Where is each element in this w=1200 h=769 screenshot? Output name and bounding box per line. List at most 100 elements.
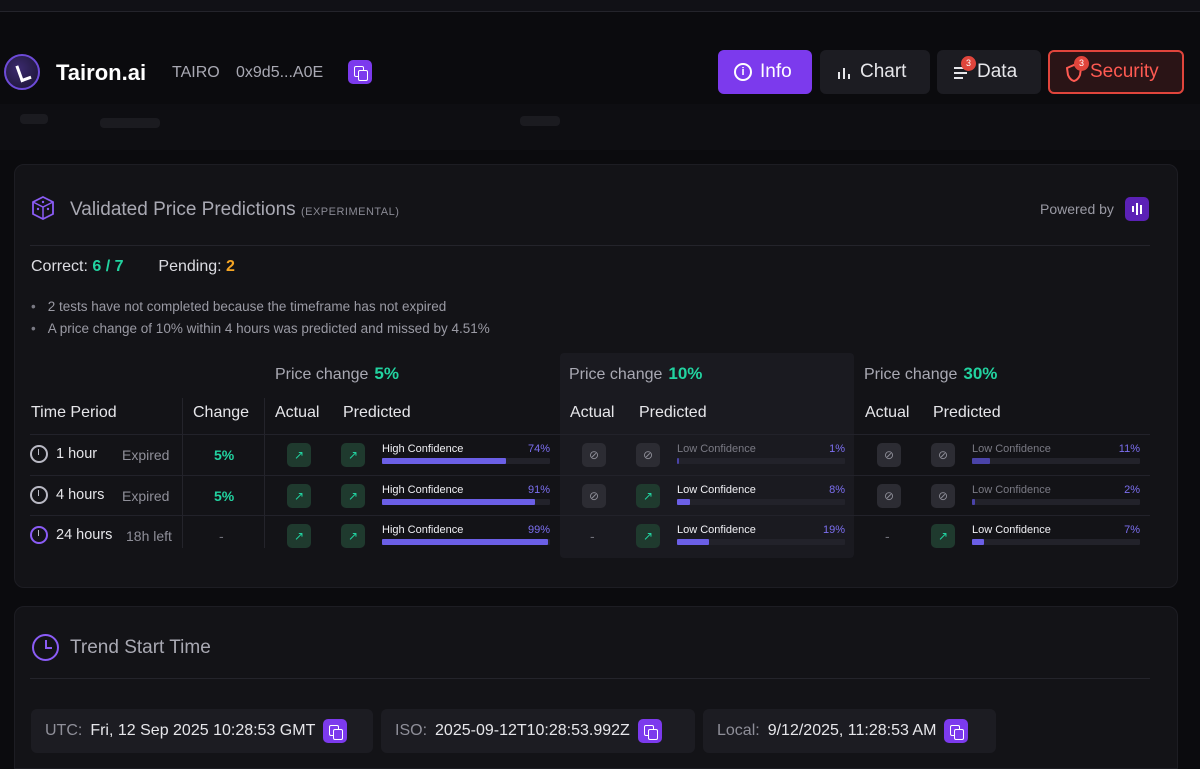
group-value: 10%: [668, 364, 703, 383]
period-label: 1 hour: [56, 446, 98, 462]
confidence-fill: [382, 458, 506, 464]
period-label: 4 hours: [56, 487, 105, 503]
col-actual: Actual: [865, 404, 910, 421]
confidence-pct: 8%: [829, 484, 845, 496]
column-divider: [264, 398, 265, 548]
tab-data-label: Data: [977, 61, 1018, 82]
confidence-pct: 7%: [1124, 524, 1140, 536]
token-ticker: TAIRO: [172, 64, 220, 81]
confidence-fill: [677, 539, 709, 545]
note-item: A price change of 10% within 4 hours was…: [31, 318, 490, 340]
trend-up-icon: ↗: [287, 484, 311, 508]
correct-value: 6 / 7: [92, 258, 124, 275]
period-label: 24 hours: [56, 527, 113, 543]
trend-title: Trend Start Time: [70, 637, 211, 658]
bar-chart-icon: [838, 68, 850, 79]
confidence-label: Low Confidence: [677, 524, 756, 536]
tab-chart[interactable]: Chart: [820, 50, 930, 94]
iso-label: ISO:: [395, 722, 428, 739]
table-row: 1 hour: [30, 445, 97, 463]
tab-info[interactable]: i Info: [718, 50, 812, 94]
copy-utc-icon[interactable]: [323, 719, 348, 743]
actual-pending: -: [590, 528, 595, 544]
row-status: 18h left: [126, 528, 172, 544]
group-label: Price change: [569, 366, 663, 383]
info-icon: i: [734, 63, 752, 81]
utc-label: UTC:: [45, 722, 83, 739]
row-divider: [30, 515, 1150, 516]
clock-icon: [30, 445, 48, 463]
clock-icon: [32, 634, 59, 661]
list-icon: 3: [953, 56, 976, 80]
powered-by-logo-icon[interactable]: [1125, 197, 1149, 221]
confidence-label: Low Confidence: [972, 443, 1051, 455]
col-predicted: Predicted: [933, 404, 1001, 421]
circle-slash-icon: ⊘: [931, 443, 955, 467]
col-time-period: Time Period: [31, 404, 117, 421]
row-status: Expired: [122, 447, 170, 463]
circle-slash-icon: ⊘: [636, 443, 660, 467]
confidence-pct: 2%: [1124, 484, 1140, 496]
group-value: 30%: [963, 364, 998, 383]
group-label: Price change: [275, 366, 369, 383]
group-header-10: Price change 10%: [569, 364, 702, 384]
confidence-label: Low Confidence: [972, 524, 1051, 536]
tairon-logo-icon: [4, 54, 40, 90]
clock-icon: [30, 486, 48, 504]
group-header-30: Price change 30%: [864, 364, 997, 384]
copy-iso-icon[interactable]: [637, 719, 662, 743]
group-label: Price change: [864, 366, 958, 383]
confidence-fill: [677, 458, 679, 464]
row-divider: [30, 434, 1150, 435]
group-value: 5%: [374, 364, 399, 383]
copy-address-icon[interactable]: [348, 60, 372, 84]
prediction-stats: Correct: 6 / 7 Pending: 2: [31, 258, 235, 276]
security-badge: 3: [1074, 56, 1089, 71]
tab-data[interactable]: 3 Data: [937, 50, 1041, 94]
confidence-label: High Confidence: [382, 524, 464, 536]
col-actual: Actual: [275, 404, 320, 421]
confidence-pct: 91%: [527, 484, 550, 496]
group-header-5: Price change 5%: [275, 364, 399, 384]
trend-up-icon: ↗: [287, 524, 311, 548]
table-row: 4 hours: [30, 486, 104, 504]
trend-up-icon: ↗: [636, 524, 660, 548]
confidence-fill: [972, 499, 975, 505]
confidence-fill: [972, 458, 990, 464]
trend-up-icon: ↗: [341, 484, 365, 508]
experimental-tag: (EXPERIMENTAL): [300, 206, 400, 218]
tab-security[interactable]: 3 Security: [1048, 50, 1184, 94]
tab-security-label: Security: [1090, 61, 1159, 82]
local-value: 9/12/2025, 11:28:53 AM: [767, 722, 937, 739]
circle-slash-icon: ⊘: [877, 484, 901, 508]
confidence-fill: [972, 539, 984, 545]
confidence-pct: 99%: [527, 524, 550, 536]
confidence-label: Low Confidence: [972, 484, 1051, 496]
circle-slash-icon: ⊘: [931, 484, 955, 508]
predictions-title-text: Validated Price Predictions: [70, 199, 296, 220]
row-change: -: [219, 528, 224, 544]
table-row: 24 hours: [30, 526, 112, 544]
col-predicted: Predicted: [639, 404, 707, 421]
actual-pending: -: [885, 528, 890, 544]
trend-up-icon: ↗: [636, 484, 660, 508]
trend-up-icon: ↗: [341, 524, 365, 548]
data-badge: 3: [961, 56, 976, 71]
row-change: 5%: [214, 447, 235, 463]
pending-value: 2: [226, 258, 235, 275]
pending-label: Pending:: [158, 258, 222, 275]
col-actual: Actual: [570, 404, 615, 421]
confidence-pct: 11%: [1118, 443, 1140, 455]
confidence-pct: 1%: [829, 443, 845, 455]
circle-slash-icon: ⊘: [582, 443, 606, 467]
row-divider: [30, 475, 1150, 476]
local-label: Local:: [717, 722, 760, 739]
divider: [30, 245, 1150, 246]
confidence-label: High Confidence: [382, 484, 464, 496]
copy-local-icon[interactable]: [944, 719, 969, 743]
col-change: Change: [193, 404, 250, 421]
trend-up-icon: ↗: [341, 443, 365, 467]
correct-label: Correct:: [31, 258, 88, 275]
confidence-fill: [677, 499, 690, 505]
tab-chart-label: Chart: [860, 61, 907, 82]
